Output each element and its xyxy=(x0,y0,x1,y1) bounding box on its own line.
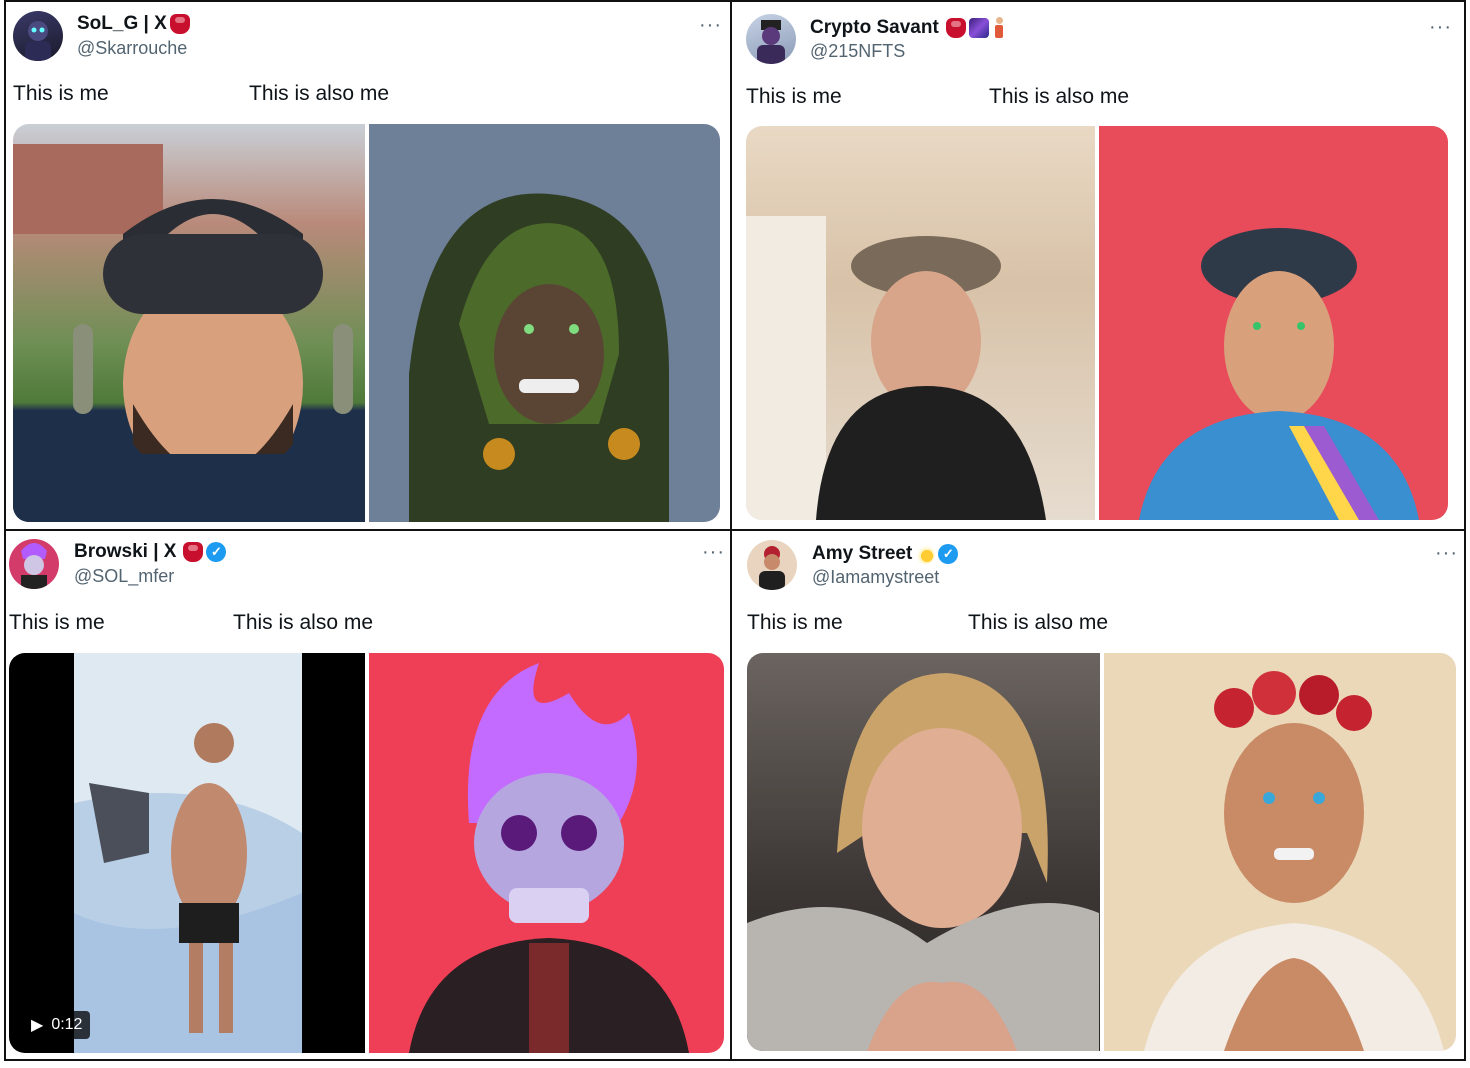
person-photo-icon xyxy=(746,216,1046,520)
photo-real[interactable] xyxy=(13,124,365,522)
caption-right: This is also me xyxy=(968,611,1109,634)
tweet-card-4[interactable]: Amy Street ✓ @Iamamystreet ··· This is m… xyxy=(732,531,1457,1056)
caption-left: This is me xyxy=(746,85,842,108)
user-handle[interactable]: @215NFTS xyxy=(810,41,905,62)
golfer-emoji-icon xyxy=(992,17,1006,39)
avatar[interactable] xyxy=(9,539,59,589)
photo-art[interactable] xyxy=(368,653,724,1053)
avatar-figure-icon xyxy=(757,20,785,64)
display-name-text: SoL_G | X xyxy=(77,13,167,34)
boxing-glove-emoji-icon xyxy=(169,14,190,34)
boxing-glove-emoji-icon xyxy=(183,542,204,562)
cap-character-art-icon xyxy=(1139,228,1419,520)
caption-left: This is me xyxy=(13,82,109,105)
galaxy-emoji-icon xyxy=(968,18,989,38)
display-name[interactable]: Amy Street ✓ xyxy=(812,543,959,565)
more-options-icon[interactable]: ··· xyxy=(1429,17,1452,37)
play-icon[interactable]: ▶ xyxy=(31,1015,43,1035)
avatar[interactable] xyxy=(13,11,63,61)
media-grid[interactable] xyxy=(13,124,720,522)
photo-art[interactable] xyxy=(1103,653,1456,1051)
dizzy-emoji-icon xyxy=(915,544,936,564)
avatar-skull-icon xyxy=(21,543,47,589)
boxing-glove-emoji-icon xyxy=(945,18,966,38)
verified-badge-icon: ✓ xyxy=(206,542,227,562)
flower-crown-character-art-icon xyxy=(1143,671,1444,1051)
user-handle[interactable]: @Skarrouche xyxy=(77,38,187,59)
video-thumbnail-icon xyxy=(74,653,302,1053)
photo-art[interactable] xyxy=(1099,126,1448,520)
avatar-figure-icon xyxy=(25,21,51,61)
display-name-text: Crypto Savant xyxy=(810,17,939,38)
display-name-text: Amy Street xyxy=(812,543,913,564)
person-photo-icon xyxy=(13,144,365,522)
more-options-icon[interactable]: ··· xyxy=(702,542,725,562)
caption-left: This is me xyxy=(747,611,843,634)
more-options-icon[interactable]: ··· xyxy=(699,15,722,35)
person-photo-icon xyxy=(747,673,1099,1051)
tweet-card-2[interactable]: Crypto Savant @215NFTS ··· This is me Th… xyxy=(732,2,1452,527)
more-options-icon[interactable]: ··· xyxy=(1435,543,1458,563)
display-name[interactable]: SoL_G | X xyxy=(77,13,190,35)
photo-real[interactable] xyxy=(747,653,1100,1051)
tweet-card-3[interactable]: Browski | X ✓ @SOL_mfer ··· This is me T… xyxy=(6,531,726,1056)
caption-right: This is also me xyxy=(249,82,390,105)
media-grid[interactable] xyxy=(746,126,1448,520)
media-grid[interactable]: ▶ 0:12 xyxy=(9,653,724,1053)
avatar[interactable] xyxy=(747,540,797,590)
caption-left: This is me xyxy=(9,611,105,634)
hooded-character-art-icon xyxy=(408,193,669,522)
media-grid[interactable] xyxy=(747,653,1456,1051)
photo-art[interactable] xyxy=(368,124,720,522)
tweet-card-1[interactable]: SoL_G | X @Skarrouche ··· This is me Thi… xyxy=(6,2,726,527)
display-name[interactable]: Browski | X ✓ xyxy=(74,541,227,563)
verified-badge-icon: ✓ xyxy=(938,544,959,564)
video-duration: 0:12 xyxy=(51,1016,83,1033)
tweet-collage: SoL_G | X @Skarrouche ··· This is me Thi… xyxy=(4,0,1466,1061)
video-player[interactable]: ▶ 0:12 xyxy=(9,653,365,1053)
user-handle[interactable]: @SOL_mfer xyxy=(74,566,174,587)
caption-right: This is also me xyxy=(233,611,374,634)
caption-right: This is also me xyxy=(989,85,1130,108)
avatar[interactable] xyxy=(746,14,796,64)
flaming-skull-art-icon xyxy=(408,663,689,1053)
avatar-figure-icon xyxy=(759,546,785,590)
display-name-text: Browski | X xyxy=(74,541,177,562)
display-name[interactable]: Crypto Savant xyxy=(810,17,1006,39)
video-duration-badge[interactable]: ▶ 0:12 xyxy=(23,1011,91,1039)
user-handle[interactable]: @Iamamystreet xyxy=(812,567,939,588)
photo-real[interactable] xyxy=(746,126,1095,520)
